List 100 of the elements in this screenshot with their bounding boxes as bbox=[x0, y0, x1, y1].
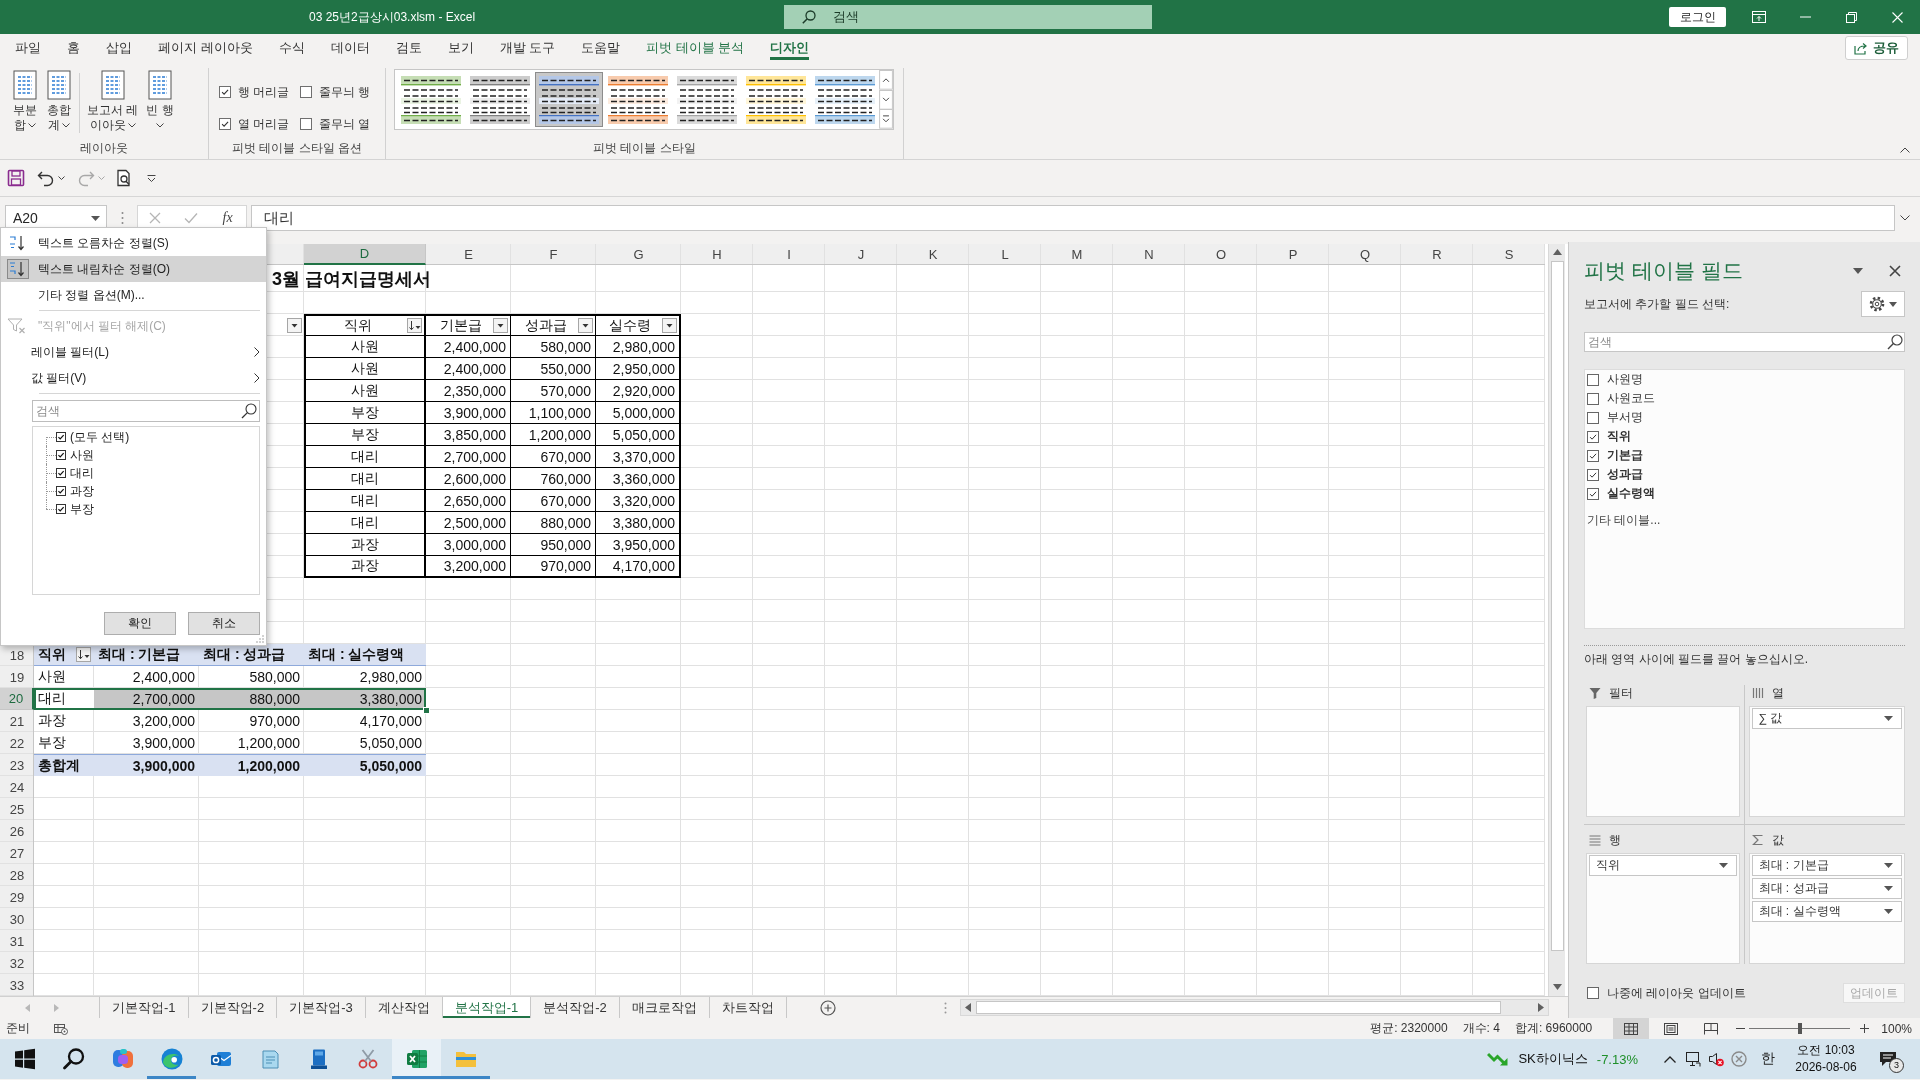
fill-handle[interactable] bbox=[423, 707, 430, 714]
ribbon-tab[interactable]: 피벗 테이블 분석 bbox=[633, 34, 758, 62]
status-icon[interactable] bbox=[54, 1022, 68, 1035]
menu-item[interactable]: 값 필터(V) bbox=[1, 365, 266, 391]
value-label[interactable]: 사원 bbox=[70, 446, 94, 464]
scroll-right-icon[interactable] bbox=[1538, 1003, 1544, 1012]
formula-input[interactable]: 대리 bbox=[251, 205, 1895, 231]
filter-button-icon[interactable] bbox=[287, 317, 302, 333]
ribbon-tab[interactable]: 수식 bbox=[265, 34, 318, 62]
value-label[interactable]: (모두 선택) bbox=[70, 428, 130, 446]
field-chip[interactable]: 최대 : 성과급 bbox=[1751, 878, 1902, 899]
checkbox[interactable] bbox=[219, 118, 231, 130]
restore-icon[interactable] bbox=[1845, 11, 1857, 23]
share-button[interactable]: 공유 bbox=[1845, 36, 1908, 60]
stock-name[interactable]: SK하이닉스 bbox=[1518, 1050, 1588, 1068]
checkbox[interactable] bbox=[1587, 373, 1599, 386]
ok-button[interactable]: 확인 bbox=[104, 612, 176, 635]
checkbox[interactable] bbox=[1587, 449, 1599, 462]
field-label[interactable]: 기본급 bbox=[1607, 447, 1643, 464]
drop-area[interactable]: 직위 bbox=[1586, 853, 1740, 964]
ribbon-button[interactable]: 부분 합 bbox=[8, 68, 42, 133]
checkbox[interactable] bbox=[1587, 487, 1599, 500]
field-chip[interactable]: 직위 bbox=[1589, 855, 1737, 876]
print-preview-icon[interactable] bbox=[115, 169, 133, 187]
grip-icon[interactable] bbox=[944, 1001, 947, 1014]
view-button[interactable] bbox=[1613, 1018, 1650, 1039]
filter-button-icon[interactable] bbox=[76, 647, 91, 662]
field-chip[interactable]: ∑ 값 bbox=[1751, 708, 1902, 729]
dropdown-icon[interactable] bbox=[1853, 268, 1863, 274]
pivot-style-option[interactable] bbox=[535, 72, 603, 127]
insert-function-button[interactable]: fx bbox=[220, 210, 235, 226]
chevron-up-icon[interactable] bbox=[1663, 1055, 1676, 1063]
checkbox[interactable] bbox=[56, 432, 66, 442]
ribbon-tab[interactable]: 보기 bbox=[434, 34, 487, 62]
zoom-level[interactable]: 100% bbox=[1881, 1021, 1912, 1036]
undo-icon[interactable] bbox=[37, 169, 55, 187]
ribbon-tab[interactable]: 파일 bbox=[2, 34, 54, 62]
menu-item[interactable]: 기타 정렬 옵션(M)... bbox=[1, 282, 266, 308]
cancel-button[interactable]: 취소 bbox=[188, 612, 260, 635]
clock[interactable]: 오전 10:03 2026-08-06 bbox=[1786, 1042, 1866, 1076]
menu-item[interactable]: 레이블 필터(L) bbox=[1, 339, 266, 365]
menu-item[interactable]: 텍스트 내림차순 정렬(O) bbox=[1, 256, 266, 282]
scroll-up-icon[interactable] bbox=[1552, 249, 1562, 255]
expand-formula-bar-icon[interactable] bbox=[1900, 215, 1910, 221]
caret-icon[interactable] bbox=[58, 176, 65, 180]
caret-icon[interactable] bbox=[91, 215, 100, 221]
checkbox[interactable] bbox=[300, 86, 312, 98]
search-field[interactable]: 검색 bbox=[32, 400, 260, 422]
drop-area[interactable]: ∑ 값 bbox=[1748, 706, 1905, 817]
zoom-in-icon[interactable] bbox=[1860, 1024, 1870, 1033]
filter-button-icon[interactable] bbox=[578, 318, 593, 333]
check-icon[interactable] bbox=[183, 212, 198, 224]
network-icon[interactable] bbox=[1684, 1051, 1701, 1067]
close-icon[interactable] bbox=[1889, 265, 1901, 277]
horizontal-scrollbar[interactable] bbox=[960, 999, 1549, 1016]
circle-x-icon[interactable] bbox=[1730, 1051, 1747, 1067]
ribbon-tab[interactable]: 디자인 bbox=[757, 34, 823, 62]
minimize-icon[interactable] bbox=[1799, 16, 1811, 18]
scrollbar-thumb[interactable] bbox=[1550, 261, 1564, 951]
filter-button-icon[interactable] bbox=[407, 318, 422, 333]
search-field[interactable]: 검색 bbox=[784, 5, 1152, 29]
add-sheet-icon[interactable] bbox=[819, 999, 836, 1016]
search-field[interactable]: 검색 bbox=[1584, 332, 1905, 352]
value-label[interactable]: 부장 bbox=[70, 500, 94, 518]
ribbon-button[interactable]: 총합 계 bbox=[42, 68, 76, 133]
ribbon-tab[interactable]: 도움말 bbox=[568, 34, 634, 62]
checkbox[interactable] bbox=[56, 504, 66, 514]
ribbon-tab[interactable]: 데이터 bbox=[317, 34, 383, 62]
speaker-muted-icon[interactable] bbox=[1707, 1051, 1724, 1067]
scrollbar-thumb[interactable] bbox=[976, 1001, 1501, 1014]
checkbox[interactable] bbox=[56, 468, 66, 478]
checkbox[interactable] bbox=[1587, 411, 1599, 424]
checkbox[interactable] bbox=[219, 86, 231, 98]
field-label[interactable]: 부서명 bbox=[1607, 409, 1643, 426]
caret-icon[interactable] bbox=[1884, 886, 1893, 891]
more-tables-link[interactable]: 기타 테이블... bbox=[1587, 511, 1661, 530]
caret-icon[interactable] bbox=[1884, 716, 1893, 721]
field-label[interactable]: 사원코드 bbox=[1607, 390, 1655, 407]
ribbon-tab[interactable]: 페이지 레이아웃 bbox=[145, 34, 266, 62]
ribbon-tab[interactable]: 검토 bbox=[382, 34, 435, 62]
field-label[interactable]: 사원명 bbox=[1607, 371, 1643, 388]
field-chip[interactable]: 최대 : 기본급 bbox=[1751, 855, 1902, 876]
grip-icon[interactable] bbox=[121, 211, 124, 225]
checkbox[interactable] bbox=[1587, 392, 1599, 405]
customize-toolbar-icon[interactable] bbox=[147, 174, 156, 182]
checkbox[interactable] bbox=[56, 450, 66, 460]
ribbon-button[interactable]: 보고서 레 이아웃 bbox=[83, 68, 143, 133]
ribbon-tab[interactable]: 삽입 bbox=[93, 34, 145, 62]
caret-icon[interactable] bbox=[1718, 863, 1728, 868]
checkbox[interactable] bbox=[1587, 468, 1599, 481]
filter-button-icon[interactable] bbox=[662, 318, 677, 333]
drop-area[interactable]: 최대 : 기본급 최대 : 성과급 최대 : 실수령액 bbox=[1748, 853, 1905, 964]
vertical-scrollbar[interactable] bbox=[1548, 244, 1565, 996]
checkbox[interactable] bbox=[1587, 987, 1599, 999]
field-label[interactable]: 실수령액 bbox=[1607, 485, 1655, 502]
input-method-indicator[interactable]: 한 bbox=[1757, 1050, 1779, 1068]
field-chip[interactable]: 최대 : 실수령액 bbox=[1751, 901, 1902, 922]
zoom-slider-thumb[interactable] bbox=[1797, 1023, 1802, 1034]
checkbox[interactable] bbox=[300, 118, 312, 130]
sheet-tab[interactable]: 분석작업-1 bbox=[442, 997, 532, 1018]
